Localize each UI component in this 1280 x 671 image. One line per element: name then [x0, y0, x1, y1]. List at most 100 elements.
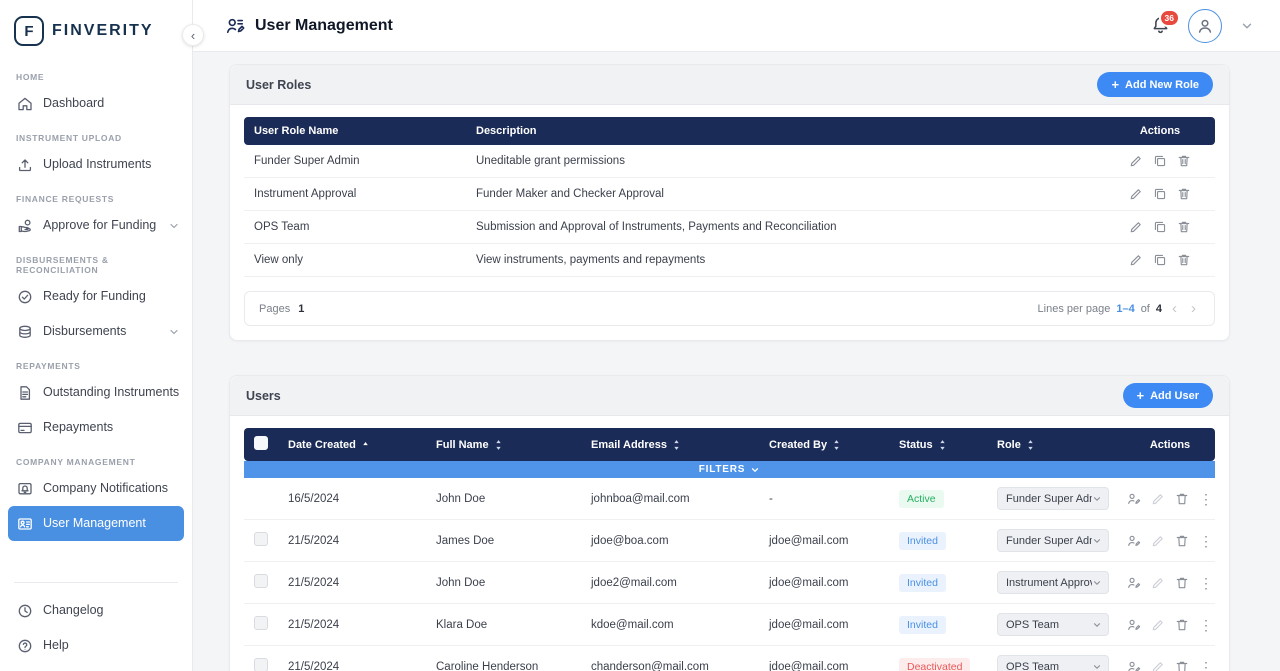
- row-checkbox[interactable]: [254, 532, 268, 546]
- copy-icon[interactable]: [1153, 187, 1167, 201]
- chevron-down-icon: [750, 465, 760, 475]
- copy-icon[interactable]: [1153, 253, 1167, 267]
- section-label-instrument-upload: INSTRUMENT UPLOAD: [0, 121, 192, 147]
- delete-icon[interactable]: [1175, 618, 1189, 632]
- edit-icon[interactable]: [1151, 660, 1165, 671]
- sidebar-item-label: Upload Instruments: [43, 157, 151, 173]
- sidebar-item-outstanding-instruments[interactable]: Outstanding Instruments: [0, 375, 192, 410]
- app-root: F FINVERITY HOME Dashboard INSTRUMENT UP…: [0, 0, 1280, 671]
- status-badge: Deactivated: [899, 658, 970, 671]
- col-date-created[interactable]: Date Created: [278, 428, 426, 461]
- topbar: User Management 36: [193, 0, 1280, 52]
- role-dropdown[interactable]: OPS Team: [997, 613, 1109, 636]
- delete-icon[interactable]: [1177, 154, 1191, 168]
- role-dropdown[interactable]: Funder Super Admin: [997, 487, 1109, 510]
- add-new-role-button[interactable]: + Add New Role: [1097, 72, 1213, 97]
- sidebar-item-company-notifications[interactable]: Company Notifications: [0, 471, 192, 506]
- sidebar-item-user-management[interactable]: User Management: [8, 506, 184, 541]
- col-created-by[interactable]: Created By: [759, 428, 889, 461]
- chevron-down-icon: [1092, 662, 1102, 671]
- table-row: Funder Super Admin Uneditable grant perm…: [244, 145, 1215, 178]
- sidebar-item-approve-for-funding[interactable]: Approve for Funding: [0, 208, 192, 243]
- role-dropdown[interactable]: OPS Team: [997, 655, 1109, 671]
- delete-icon[interactable]: [1177, 187, 1191, 201]
- sidebar-item-repayments[interactable]: Repayments: [0, 410, 192, 445]
- edit-icon[interactable]: [1151, 618, 1165, 632]
- col-full-name[interactable]: Full Name: [426, 428, 581, 461]
- filters-row[interactable]: FILTERS: [244, 461, 1215, 478]
- delete-icon[interactable]: [1177, 253, 1191, 267]
- current-page: 1: [298, 303, 304, 315]
- users-table: Date Created Full Name Email Address Cre…: [244, 428, 1215, 671]
- row-checkbox[interactable]: [254, 616, 268, 630]
- chevron-down-icon: [1092, 578, 1102, 588]
- sidebar-collapse-button[interactable]: ‹: [182, 24, 204, 46]
- sidebar-item-disbursements[interactable]: Disbursements: [0, 314, 192, 349]
- col-email[interactable]: Email Address: [581, 428, 759, 461]
- cell-email: jdoe@boa.com: [581, 520, 759, 562]
- prev-page-button[interactable]: ‹: [1168, 300, 1181, 317]
- more-actions-icon[interactable]: ⋮: [1199, 618, 1213, 632]
- role-dropdown[interactable]: Instrument Approval: [997, 571, 1109, 594]
- delete-icon[interactable]: [1177, 220, 1191, 234]
- sidebar-item-changelog[interactable]: Changelog: [0, 593, 192, 628]
- upload-icon: [16, 156, 33, 173]
- user-roles-card: User Roles + Add New Role User Role Name…: [229, 64, 1230, 341]
- sidebar-item-label: User Management: [43, 516, 146, 532]
- cell-name: John Doe: [426, 562, 581, 604]
- account-menu-chevron-icon[interactable]: [1240, 19, 1254, 33]
- col-description: Description: [466, 117, 1105, 145]
- sidebar-item-ready-for-funding[interactable]: Ready for Funding: [0, 279, 192, 314]
- row-checkbox[interactable]: [254, 574, 268, 588]
- sidebar-divider: [14, 582, 178, 583]
- edit-icon[interactable]: [1151, 534, 1165, 548]
- notifications-button[interactable]: 36: [1151, 16, 1170, 35]
- col-role[interactable]: Role: [987, 428, 1125, 461]
- col-status[interactable]: Status: [889, 428, 987, 461]
- table-row: View only View instruments, payments and…: [244, 244, 1215, 277]
- edit-icon[interactable]: [1129, 253, 1143, 267]
- resend-invite-icon[interactable]: [1127, 660, 1141, 671]
- more-actions-icon[interactable]: ⋮: [1199, 660, 1213, 671]
- delete-icon[interactable]: [1175, 534, 1189, 548]
- edit-icon[interactable]: [1129, 220, 1143, 234]
- copy-icon[interactable]: [1153, 154, 1167, 168]
- delete-icon[interactable]: [1175, 492, 1189, 506]
- sidebar-item-dashboard[interactable]: Dashboard: [0, 86, 192, 121]
- sidebar-item-help[interactable]: Help: [0, 628, 192, 663]
- row-checkbox[interactable]: [254, 658, 268, 671]
- add-user-button[interactable]: + Add User: [1123, 383, 1214, 408]
- resend-invite-icon[interactable]: [1127, 534, 1141, 548]
- coins-icon: [16, 323, 33, 340]
- avatar[interactable]: [1188, 9, 1222, 43]
- more-actions-icon[interactable]: ⋮: [1199, 492, 1213, 506]
- table-row: 16/5/2024 John Doe johnboa@mail.com - Ac…: [244, 478, 1215, 520]
- section-label-company-management: COMPANY MANAGEMENT: [0, 445, 192, 471]
- delete-icon[interactable]: [1175, 660, 1189, 671]
- resend-invite-icon[interactable]: [1127, 576, 1141, 590]
- cell-date: 21/5/2024: [278, 604, 426, 646]
- select-all-checkbox[interactable]: [254, 436, 268, 450]
- brand-logo: F FINVERITY: [0, 0, 192, 56]
- delete-icon[interactable]: [1175, 576, 1189, 590]
- role-description: Funder Maker and Checker Approval: [466, 178, 1105, 211]
- role-dropdown[interactable]: Funder Super Admin: [997, 529, 1109, 552]
- edit-icon[interactable]: [1129, 187, 1143, 201]
- resend-invite-icon[interactable]: [1127, 618, 1141, 632]
- edit-icon[interactable]: [1151, 492, 1165, 506]
- sort-icon: [938, 439, 947, 451]
- table-row: 21/5/2024 Caroline Henderson chanderson@…: [244, 646, 1215, 671]
- more-actions-icon[interactable]: ⋮: [1199, 534, 1213, 548]
- sidebar-footer: Changelog Help: [0, 572, 192, 671]
- edit-icon[interactable]: [1151, 576, 1165, 590]
- notifications-icon: [16, 480, 33, 497]
- edit-icon[interactable]: [1129, 154, 1143, 168]
- chevron-down-icon: [168, 326, 180, 338]
- copy-icon[interactable]: [1153, 220, 1167, 234]
- resend-invite-icon[interactable]: [1127, 492, 1141, 506]
- more-actions-icon[interactable]: ⋮: [1199, 576, 1213, 590]
- sidebar-item-label: Company Notifications: [43, 481, 168, 497]
- lines-per-page-label: Lines per page: [1038, 303, 1111, 315]
- sidebar-item-upload-instruments[interactable]: Upload Instruments: [0, 147, 192, 182]
- next-page-button[interactable]: ›: [1187, 300, 1200, 317]
